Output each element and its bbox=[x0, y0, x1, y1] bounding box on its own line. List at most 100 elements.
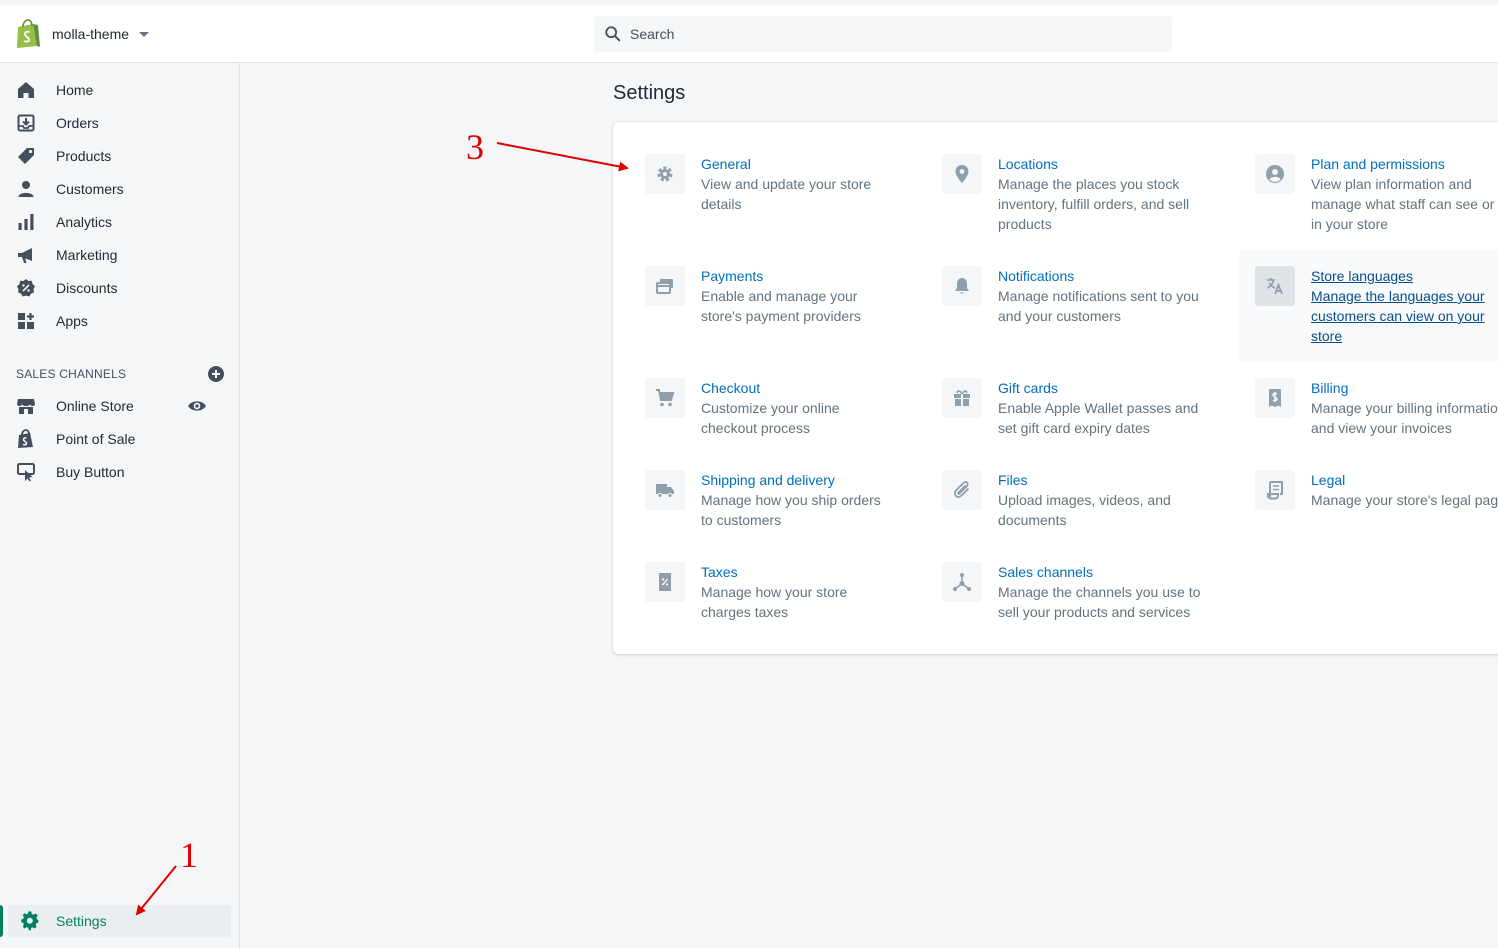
search-input[interactable] bbox=[630, 26, 1150, 42]
settings-tile-notifications[interactable]: Notifications Manage notifications sent t… bbox=[942, 266, 1232, 326]
tile-description: inventory, fulfill orders, and sell bbox=[998, 196, 1190, 212]
search-icon bbox=[605, 26, 621, 42]
tile-title: Plan and permissions bbox=[1311, 156, 1445, 172]
tile-description: Enable Apple Wallet passes and bbox=[998, 400, 1199, 416]
tile-description: store's payment providers bbox=[701, 308, 861, 324]
sidebar: Home Orders Products Customers Analytics… bbox=[0, 63, 240, 948]
sidebar-item-settings[interactable]: Settings bbox=[0, 905, 231, 937]
tile-description: to customers bbox=[701, 512, 782, 528]
tile-description: and view your invoices bbox=[1311, 420, 1452, 436]
chevron-down-icon bbox=[139, 31, 150, 37]
settings-tile-payments[interactable]: Payments Enable and manage your store's pa… bbox=[645, 266, 935, 326]
tile-title: Legal bbox=[1311, 472, 1346, 488]
search-bar[interactable] bbox=[594, 16, 1172, 52]
payment-icon bbox=[656, 279, 673, 294]
tile-title: Notifications bbox=[998, 268, 1075, 284]
user-circle-icon bbox=[1266, 165, 1284, 183]
tile-description: and your customers bbox=[998, 308, 1121, 324]
sidebar-item-label: Online Store bbox=[56, 398, 134, 414]
discount-icon bbox=[17, 279, 35, 297]
tile-title: Billing bbox=[1311, 380, 1349, 396]
tile-description: store bbox=[1311, 328, 1343, 344]
orders-inbox-icon bbox=[17, 114, 35, 132]
tag-icon bbox=[18, 148, 34, 164]
settings-card: General View and update your store details… bbox=[613, 122, 1498, 654]
tile-title: Shipping and delivery bbox=[701, 472, 835, 488]
tile-description: Manage your store's legal pages bbox=[1311, 492, 1498, 508]
settings-tile-billing[interactable]: Billing Manage your billing information an… bbox=[1255, 378, 1498, 438]
add-circle-icon[interactable] bbox=[207, 365, 225, 383]
sidebar-item-buy-button[interactable]: Buy Button bbox=[16, 457, 231, 487]
sidebar-item-label: Home bbox=[56, 82, 94, 98]
sidebar-item-marketing[interactable]: Marketing bbox=[16, 240, 231, 270]
megaphone-icon bbox=[18, 248, 32, 263]
sidebar-item-label: Marketing bbox=[56, 247, 118, 263]
settings-tile-taxes[interactable]: Taxes Manage how your store charges taxes bbox=[645, 562, 935, 622]
sidebar-item-label: Settings bbox=[56, 913, 107, 929]
tile-description: Manage the channels you use to bbox=[998, 584, 1201, 600]
sidebar-item-point-of-sale[interactable]: Point of Sale bbox=[16, 424, 231, 454]
bar-chart-icon bbox=[18, 214, 34, 230]
sidebar-item-orders[interactable]: Orders bbox=[16, 108, 231, 138]
sidebar-item-apps[interactable]: Apps bbox=[16, 306, 231, 336]
sidebar-item-label: Discounts bbox=[56, 280, 118, 296]
sidebar-item-label: Point of Sale bbox=[56, 431, 136, 447]
settings-tile-general[interactable]: General View and update your store details bbox=[645, 154, 935, 214]
annotation-number-one: 1 bbox=[180, 835, 198, 875]
settings-tile-store-languages[interactable]: Store languages Manage the languages your… bbox=[1239, 250, 1498, 362]
apps-grid-icon bbox=[18, 313, 34, 329]
settings-tile-checkout[interactable]: Checkout Customize your online checkout pr… bbox=[645, 378, 935, 438]
sidebar-item-label: Orders bbox=[56, 115, 99, 131]
store-switcher[interactable]: molla-theme bbox=[14, 19, 150, 49]
sidebar-item-label: Analytics bbox=[56, 214, 113, 230]
tile-description: documents bbox=[998, 512, 1067, 528]
tile-description: Manage how you ship orders bbox=[701, 492, 881, 508]
tile-description: Manage notifications sent to you bbox=[998, 288, 1199, 304]
tile-description: set gift card expiry dates bbox=[998, 420, 1150, 436]
tile-title: Files bbox=[998, 472, 1028, 488]
paperclip-icon bbox=[954, 481, 969, 498]
sidebar-item-label: Buy Button bbox=[56, 464, 125, 480]
cart-icon bbox=[656, 389, 675, 407]
sidebar-item-products[interactable]: Products bbox=[16, 141, 231, 171]
billing-icon bbox=[1269, 389, 1281, 407]
tile-title: Payments bbox=[701, 268, 764, 284]
sidebar-item-home[interactable]: Home bbox=[16, 75, 231, 105]
shopping-bag-icon bbox=[18, 429, 33, 448]
sidebar-item-analytics[interactable]: Analytics bbox=[16, 207, 231, 237]
tile-description: products bbox=[998, 216, 1052, 232]
tile-title: Locations bbox=[998, 156, 1058, 172]
tile-title: Store languages bbox=[1311, 268, 1413, 284]
annotation-number-three: 3 bbox=[466, 127, 484, 167]
settings-tile-plan-and-permissions[interactable]: Plan and permissions View plan informatio… bbox=[1255, 154, 1498, 234]
eye-icon[interactable] bbox=[187, 396, 207, 416]
settings-tile-gift-cards[interactable]: Gift cards Enable Apple Wallet passes and… bbox=[942, 378, 1232, 438]
sidebar-item-customers[interactable]: Customers bbox=[16, 174, 231, 204]
tile-description: in your store bbox=[1311, 216, 1389, 232]
tile-title: Taxes bbox=[701, 564, 738, 580]
page-title: Settings bbox=[613, 82, 686, 104]
tile-title: Gift cards bbox=[998, 380, 1058, 396]
settings-tile-files[interactable]: Files Upload images, videos, and documents bbox=[942, 470, 1232, 530]
store-name: molla-theme bbox=[52, 26, 130, 42]
tile-description: Upload images, videos, and bbox=[998, 492, 1171, 508]
settings-tile-locations[interactable]: Locations Manage the places you stock inve… bbox=[942, 154, 1232, 234]
sidebar-item-online-store[interactable]: Online Store bbox=[16, 391, 231, 421]
tile-description: checkout process bbox=[701, 420, 810, 436]
settings-tile-shipping-and-delivery[interactable]: Shipping and delivery Manage how you ship… bbox=[645, 470, 935, 530]
tile-description: charges taxes bbox=[701, 604, 789, 620]
person-icon bbox=[18, 181, 34, 197]
settings-tile-sales-channels[interactable]: Sales channels Manage the channels you us… bbox=[942, 562, 1232, 622]
tile-description: View plan information and bbox=[1311, 176, 1472, 192]
gift-icon bbox=[954, 390, 970, 406]
legal-icon bbox=[1267, 481, 1283, 500]
sidebar-item-discounts[interactable]: Discounts bbox=[16, 273, 231, 303]
tile-description: Manage your billing information bbox=[1311, 400, 1498, 416]
location-pin-icon bbox=[955, 165, 969, 183]
sales-channels-header: SALES CHANNELS bbox=[16, 365, 231, 383]
settings-tile-legal[interactable]: Legal Manage your store's legal pages bbox=[1255, 470, 1498, 510]
tile-title: Checkout bbox=[701, 380, 761, 396]
truck-icon bbox=[656, 484, 674, 498]
annotation-arrow-three bbox=[496, 142, 629, 172]
tile-description: sell your products and services bbox=[998, 604, 1191, 620]
